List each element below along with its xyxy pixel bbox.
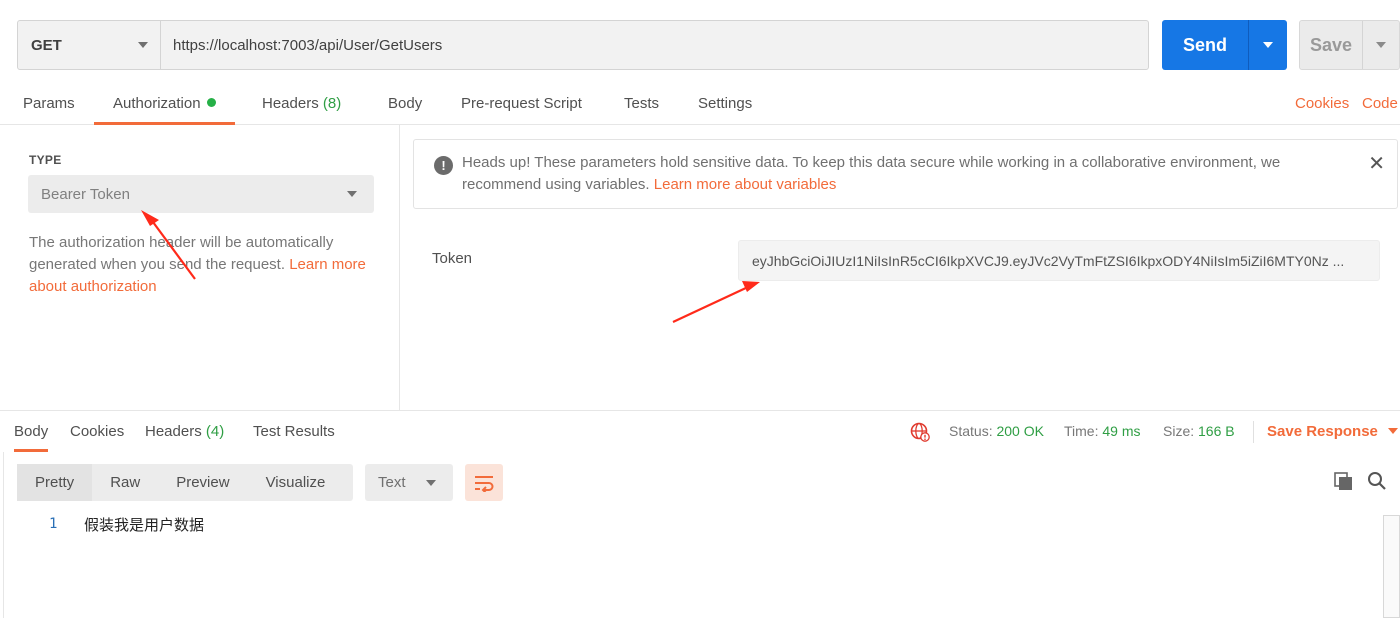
chevron-down-icon <box>426 479 436 486</box>
close-icon[interactable]: ✕ <box>1368 154 1385 174</box>
tab-headers-label: Headers <box>262 95 319 112</box>
tab-settings[interactable]: Settings <box>698 82 752 125</box>
size-label: Size: <box>1163 423 1195 439</box>
notice-text: Heads up! These parameters hold sensitiv… <box>462 152 1342 196</box>
response-tabs: Body Cookies Headers (4) Test Results St… <box>0 410 1400 452</box>
pretty-button[interactable]: Pretty <box>17 464 93 501</box>
info-icon: ! <box>434 156 453 175</box>
method-label: GET <box>31 36 62 54</box>
token-label: Token <box>432 250 473 267</box>
save-response-button[interactable]: Save Response <box>1267 411 1398 452</box>
notice-message: Heads up! These parameters hold sensitiv… <box>462 154 1281 193</box>
tab-body[interactable]: Body <box>388 82 422 125</box>
raw-button[interactable]: Raw <box>92 464 158 501</box>
auth-type-value: Bearer Token <box>41 185 130 203</box>
token-input[interactable]: eyJhbGciOiJIUzI1NiIsInR5cCI6IkpXVCJ9.eyJ… <box>738 240 1380 281</box>
sensitive-data-notice: ! Heads up! These parameters hold sensit… <box>413 139 1398 209</box>
auth-description-text: The authorization header will be automat… <box>29 234 334 273</box>
response-body-line[interactable]: 假装我是用户数据 <box>84 514 204 535</box>
line-number: 1 <box>49 516 58 532</box>
copy-icon[interactable] <box>1334 472 1354 492</box>
preview-button[interactable]: Preview <box>158 464 247 501</box>
save-label: Save <box>1309 34 1353 55</box>
send-label: Send <box>1182 34 1227 55</box>
tab-response-body[interactable]: Body <box>14 411 49 452</box>
annotation-arrowhead <box>742 281 760 292</box>
tab-response-headers-count: (4) <box>205 423 225 440</box>
time-label: Time: <box>1064 423 1099 439</box>
save-button[interactable]: Save <box>1299 20 1400 70</box>
time-value[interactable]: 49 ms <box>1102 423 1140 439</box>
active-indicator-dot <box>206 98 216 107</box>
status-value[interactable]: 200 OK <box>996 423 1043 439</box>
size-readout: Size: 166 B <box>1163 411 1235 452</box>
format-select[interactable]: Text <box>365 464 453 501</box>
wrap-lines-button[interactable] <box>465 464 503 501</box>
size-value[interactable]: 166 B <box>1198 423 1235 439</box>
tab-response-cookies[interactable]: Cookies <box>70 411 124 452</box>
learn-more-variables-link[interactable]: Learn more about variables <box>654 176 837 193</box>
save-response-label: Save Response <box>1267 423 1378 440</box>
cookies-link[interactable]: Cookies <box>1295 82 1349 125</box>
tab-response-headers-label: Headers <box>145 423 202 440</box>
chevron-down-icon <box>1387 428 1398 434</box>
time-readout: Time: 49 ms <box>1064 411 1141 452</box>
visualize-button[interactable]: Visualize <box>248 464 344 501</box>
tab-params[interactable]: Params <box>23 82 75 125</box>
url-bar: GET https://localhost:7003/api/User/GetU… <box>17 20 1149 70</box>
url-input[interactable]: https://localhost:7003/api/User/GetUsers <box>161 21 1148 69</box>
chevron-down-icon <box>1376 42 1386 48</box>
tab-authorization-label: Authorization <box>113 95 201 112</box>
auth-type-pane: TYPE Bearer Token The authorization head… <box>4 125 400 410</box>
status-readout: Status: 200 OK <box>949 411 1044 452</box>
auth-type-select[interactable]: Bearer Token <box>28 175 374 213</box>
save-options-button[interactable] <box>1362 21 1399 69</box>
globe-network-icon[interactable] <box>910 422 930 442</box>
tab-response-headers[interactable]: Headers (4) <box>145 411 224 452</box>
send-button[interactable]: Send <box>1162 20 1287 70</box>
annotation-arrow-token <box>672 286 749 323</box>
status-label: Status: <box>949 423 993 439</box>
auth-description: The authorization header will be automat… <box>29 232 374 298</box>
chevron-down-icon <box>138 42 148 48</box>
wrap-lines-icon <box>475 475 494 492</box>
editor-left-border <box>3 452 4 618</box>
vertical-scrollbar[interactable] <box>1383 515 1400 618</box>
body-view-toggle: Pretty Raw Preview Visualize <box>17 464 353 501</box>
format-value: Text <box>378 474 406 491</box>
tab-test-results[interactable]: Test Results <box>253 411 335 452</box>
tab-headers-count: (8) <box>322 95 342 112</box>
tab-authorization[interactable]: Authorization <box>94 82 235 125</box>
divider <box>1253 421 1254 443</box>
chevron-down-icon <box>347 191 357 197</box>
tab-prerequest-script[interactable]: Pre-request Script <box>461 82 582 125</box>
tab-tests[interactable]: Tests <box>624 82 659 125</box>
code-link[interactable]: Code <box>1362 82 1398 125</box>
method-select[interactable]: GET <box>18 21 161 69</box>
search-icon[interactable] <box>1367 471 1387 491</box>
send-options-button[interactable] <box>1248 20 1287 70</box>
tab-headers[interactable]: Headers (8) <box>262 82 341 125</box>
auth-type-label: TYPE <box>29 153 62 167</box>
chevron-down-icon <box>1263 42 1273 48</box>
request-tabs: Params Authorization Headers (8) Body Pr… <box>0 82 1400 125</box>
